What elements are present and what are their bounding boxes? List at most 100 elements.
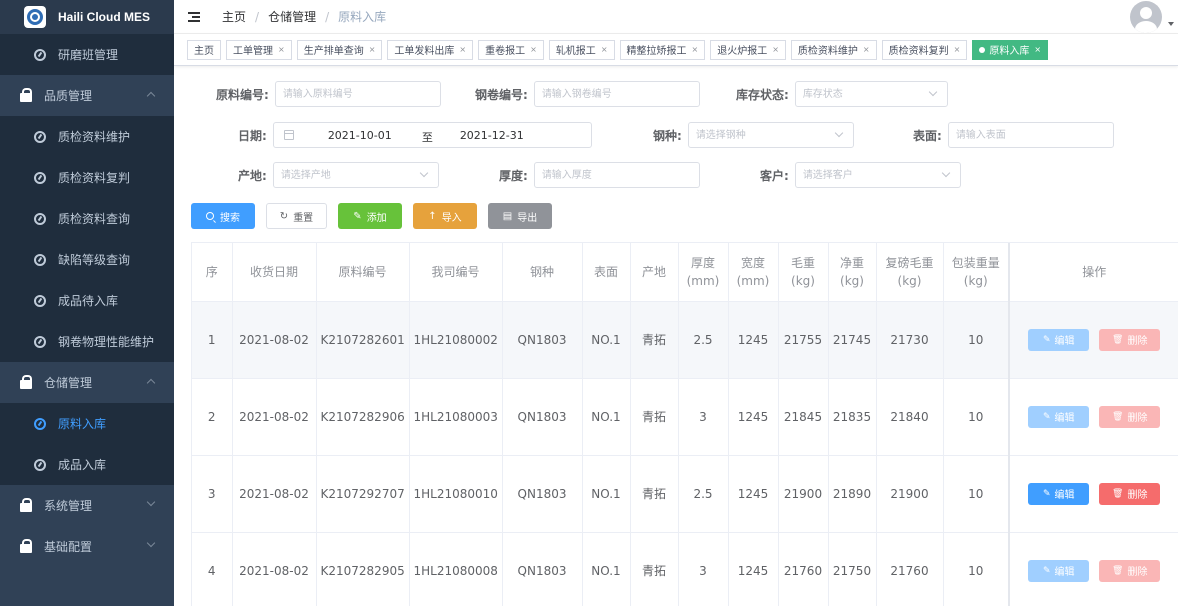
close-icon[interactable]: × bbox=[692, 45, 699, 54]
close-icon[interactable]: × bbox=[459, 45, 466, 54]
trash-icon: 🗑 bbox=[1112, 334, 1124, 345]
sidebar-item-6[interactable]: 成品待入库 bbox=[0, 280, 174, 321]
delete-button[interactable]: 🗑 删除 bbox=[1099, 328, 1161, 351]
sidebar-item-label: 基础配置 bbox=[44, 540, 93, 554]
edit-button[interactable]: ✎ 编辑 bbox=[1028, 559, 1090, 582]
tag-0[interactable]: 主页 bbox=[187, 39, 221, 60]
sidebar-item-4[interactable]: 质检资料查询 bbox=[0, 198, 174, 239]
sidebar: Haili Cloud MES 研磨班管理 品质管理 质检资料维护 质检资料复判 质检资… bbox=[0, 0, 174, 606]
table-header: 序收货日期 原料编号 我司编号 钢种 表面 产地 厚度 (mm) 宽度 (mm) 毛重 (kg) 净重(… bbox=[192, 243, 1178, 302]
steel-type-select[interactable] bbox=[687, 122, 854, 148]
close-icon[interactable]: × bbox=[369, 45, 376, 54]
sidebar-item-2[interactable]: 质检资料维护 bbox=[0, 116, 174, 157]
close-icon[interactable]: × bbox=[954, 45, 961, 54]
sidebar-group-11[interactable]: 系统管理 bbox=[0, 485, 174, 526]
table-cell: 21890 bbox=[828, 455, 877, 533]
table-cell: 10 bbox=[943, 378, 1010, 456]
hamburger-icon[interactable] bbox=[188, 11, 200, 22]
stock-status-input[interactable] bbox=[794, 81, 948, 107]
tag-2[interactable]: 生产排单查询 × bbox=[296, 39, 383, 60]
close-icon[interactable]: × bbox=[1034, 45, 1041, 54]
tag-4[interactable]: 重卷报工 × bbox=[478, 39, 544, 60]
origin-input[interactable] bbox=[272, 162, 439, 188]
caret-down-icon[interactable] bbox=[1168, 22, 1174, 26]
close-icon[interactable]: × bbox=[601, 45, 608, 54]
close-icon[interactable]: × bbox=[863, 45, 870, 54]
table-cell: NO.1 bbox=[582, 455, 631, 533]
coil-no-input[interactable] bbox=[533, 81, 700, 107]
tag-6[interactable]: 精整拉矫报工 × bbox=[619, 39, 706, 60]
tag-8[interactable]: 质检资料维护 × bbox=[790, 39, 877, 60]
chevron-down-icon bbox=[146, 538, 156, 548]
origin-select[interactable] bbox=[272, 162, 439, 188]
close-icon[interactable]: × bbox=[278, 45, 285, 54]
sidebar-group-8[interactable]: 仓储管理 bbox=[0, 362, 174, 403]
thickness-input[interactable] bbox=[533, 162, 700, 188]
tag-1[interactable]: 工单管理 × bbox=[226, 39, 292, 60]
sidebar-group-12[interactable]: 基础配置 bbox=[0, 526, 174, 567]
table-cell: 2.5 bbox=[678, 455, 729, 533]
tag-5[interactable]: 轧机报工 × bbox=[548, 39, 615, 60]
dashboard-icon bbox=[34, 458, 46, 471]
column-header: 毛重 (kg) bbox=[778, 243, 829, 302]
table-row: 3 2021-08-02 K2107292707 1HL21080010 QN1803 N… bbox=[192, 455, 1178, 533]
table-cell: 青拓 bbox=[630, 455, 679, 533]
sidebar-item-3[interactable]: 质检资料复判 bbox=[0, 157, 174, 198]
sidebar-item-label: 仓储管理 bbox=[44, 376, 93, 390]
delete-button[interactable]: 🗑 删除 bbox=[1099, 405, 1161, 428]
date-end[interactable]: 2021-12-31 bbox=[460, 129, 524, 142]
steel-type-input[interactable] bbox=[687, 122, 854, 148]
tag-7[interactable]: 退火炉报工 × bbox=[710, 39, 786, 60]
sidebar-group-1[interactable]: 品质管理 bbox=[0, 75, 174, 116]
sidebar-item-0[interactable]: 研磨班管理 bbox=[0, 34, 174, 75]
reset-button[interactable]: ↻ 重置 bbox=[266, 203, 327, 229]
stock-status-select[interactable] bbox=[794, 81, 948, 107]
add-button[interactable]: ✎ 添加 bbox=[338, 203, 402, 229]
date-start[interactable]: 2021-10-01 bbox=[328, 129, 392, 142]
sidebar-item-9[interactable]: 原料入库 bbox=[0, 403, 174, 444]
table-cell: 4 bbox=[192, 532, 233, 606]
breadcrumb-home[interactable]: 主页 bbox=[222, 8, 246, 25]
edit-button[interactable]: ✎ 编辑 bbox=[1028, 482, 1090, 505]
sidebar-item-5[interactable]: 缺陷等级查询 bbox=[0, 239, 174, 280]
table-cell: 2021-08-02 bbox=[232, 532, 317, 606]
table-cell: 青拓 bbox=[630, 301, 679, 379]
actions-cell: ✎ 编辑 🗑 删除 bbox=[1008, 301, 1178, 379]
table-cell: 3 bbox=[678, 378, 729, 456]
table-cell: 10 bbox=[943, 455, 1010, 533]
tag-label: 生产排单查询 bbox=[303, 46, 364, 57]
tag-3[interactable]: 工单发料出库 × bbox=[387, 39, 474, 60]
material-no-input[interactable] bbox=[274, 81, 441, 107]
tag-label: 主页 bbox=[194, 46, 214, 57]
thickness-label: 厚度: bbox=[499, 168, 528, 183]
close-icon[interactable]: × bbox=[772, 45, 779, 54]
breadcrumb-warehouse[interactable]: 仓储管理 bbox=[268, 8, 316, 25]
tag-10[interactable]: 原料入库 × bbox=[972, 39, 1049, 60]
sidebar-item-10[interactable]: 成品入库 bbox=[0, 444, 174, 485]
table-cell: 1245 bbox=[728, 378, 779, 456]
import-button[interactable]: ↑ 导入 bbox=[413, 203, 477, 229]
date-range-picker[interactable]: 2021-10-01 至 2021-12-31 bbox=[272, 122, 592, 148]
export-button[interactable]: ▤ 导出 bbox=[488, 203, 552, 229]
origin-label: 产地: bbox=[238, 168, 267, 183]
delete-button[interactable]: 🗑 删除 bbox=[1099, 482, 1161, 505]
coil-no-label: 钢卷编号: bbox=[475, 87, 528, 102]
sidebar-menu: 研磨班管理 品质管理 质检资料维护 质检资料复判 质检资料查询 缺陷等级查询 成品待入库 钢卷… bbox=[0, 34, 174, 567]
column-header: 净重 (kg) bbox=[828, 243, 877, 302]
edit-button[interactable]: ✎ 编辑 bbox=[1028, 328, 1090, 351]
search-button[interactable]: 搜索 bbox=[191, 203, 255, 229]
customer-input[interactable] bbox=[794, 162, 961, 188]
sidebar-item-7[interactable]: 钢卷物理性能维护 bbox=[0, 321, 174, 362]
avatar[interactable] bbox=[1130, 1, 1162, 33]
tag-9[interactable]: 质检资料复判 × bbox=[881, 39, 968, 60]
edit-button[interactable]: ✎ 编辑 bbox=[1028, 405, 1090, 428]
delete-button[interactable]: 🗑 删除 bbox=[1099, 559, 1161, 582]
sidebar-item-label: 系统管理 bbox=[44, 499, 93, 513]
coil-no-item: 钢卷编号: bbox=[475, 81, 700, 107]
surface-input[interactable] bbox=[947, 122, 1114, 148]
origin-item: 产地: bbox=[238, 162, 439, 188]
table-cell: QN1803 bbox=[502, 532, 583, 606]
customer-select[interactable] bbox=[794, 162, 961, 188]
close-icon[interactable]: × bbox=[530, 45, 537, 54]
upload-icon: ↑ bbox=[428, 210, 437, 222]
